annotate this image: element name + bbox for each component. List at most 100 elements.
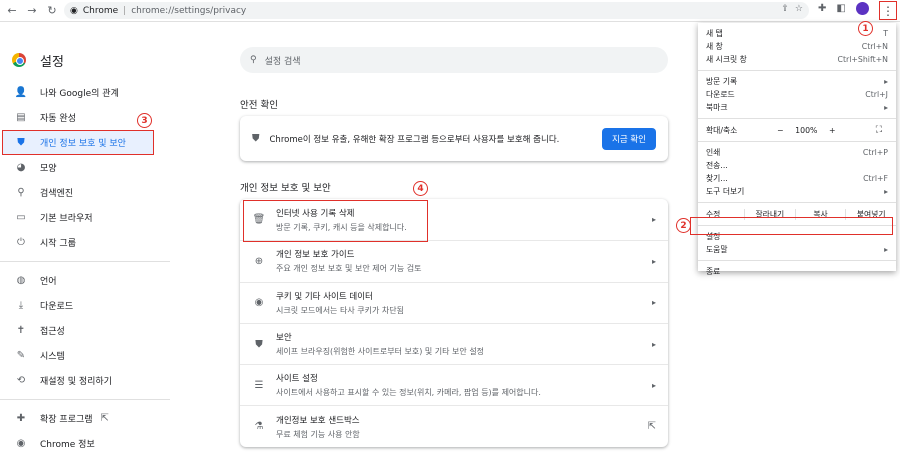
menu-item[interactable]: 새 시크릿 창 Ctrl+Shift+N bbox=[698, 53, 896, 66]
menu-item[interactable]: 북마크 ▸ bbox=[698, 101, 896, 114]
sidebar-item[interactable]: ◉ Chrome 정보 bbox=[0, 431, 170, 456]
sidebar-item-label: 자동 완성 bbox=[40, 114, 76, 124]
menu-item-label: 방문 기록 bbox=[706, 77, 738, 86]
sidebar-item[interactable]: ⛊ 개인 정보 보호 및 보안 bbox=[2, 130, 154, 155]
chevron-right-icon: ▸ bbox=[651, 256, 656, 266]
chevron-right-icon: ▸ bbox=[651, 380, 656, 390]
settings-search-input[interactable]: ⚲ 설정 검색 bbox=[240, 47, 668, 73]
safety-check-heading: 안전 확인 bbox=[240, 100, 278, 111]
privacy-row-subtitle: 주요 개인 정보 보호 및 보안 제어 기능 검토 bbox=[276, 264, 422, 274]
privacy-row-subtitle: 세이프 브라우징(위험한 사이트로부터 보호) 및 기타 보안 설정 bbox=[276, 347, 485, 357]
menu-divider bbox=[698, 70, 896, 71]
annotation-marker-4: 4 bbox=[413, 181, 428, 196]
menu-item-label: 새 탭 bbox=[706, 29, 723, 38]
menu-item-label: 새 시크릿 창 bbox=[706, 55, 747, 64]
privacy-row[interactable]: ◉ 쿠키 및 기타 사이트 데이터 시크릿 모드에서는 타사 쿠키가 차단됨 ▸ bbox=[240, 281, 668, 323]
menu-item[interactable]: 새 창 Ctrl+N bbox=[698, 40, 896, 53]
sidebar-item-label: 다운로드 bbox=[40, 302, 74, 312]
sliders-icon: ☰ bbox=[254, 379, 264, 391]
sidebar-item[interactable]: ⏻ 시작 그룹 bbox=[0, 230, 170, 255]
privacy-row-text: 사이트 설정 사이트에서 사용하고 표시할 수 있는 정보(위치, 카메라, 팝업… bbox=[276, 372, 541, 398]
share-icon[interactable]: ⇪ bbox=[781, 4, 789, 14]
bookmark-star-icon[interactable]: ☆ bbox=[795, 4, 803, 14]
reload-icon[interactable]: ↻ bbox=[44, 3, 60, 19]
chevron-right-icon: ▸ bbox=[651, 215, 656, 225]
sidebar-item[interactable]: ⚲ 검색엔진 bbox=[0, 180, 170, 205]
zoom-label: 확대/축소 bbox=[706, 125, 738, 135]
menu-item[interactable]: 전송... bbox=[698, 159, 896, 172]
menu-item-label: 새 창 bbox=[706, 42, 723, 51]
menu-item[interactable]: 도구 더보기 ▸ bbox=[698, 185, 896, 198]
menu-divider bbox=[698, 141, 896, 142]
zoom-in-button[interactable]: + bbox=[819, 126, 845, 135]
menu-shortcut: T bbox=[883, 29, 888, 38]
settings-sidebar: 설정 👤 나와 Google의 관계 ▤ 자동 완성 ⛊ 개인 정보 보호 및 보안 ◕ 모양… bbox=[0, 40, 170, 456]
sidebar-item[interactable]: ◕ 모양 bbox=[0, 155, 170, 180]
globe-icon: ◍ bbox=[16, 275, 26, 286]
menu-item-label: 도움말 bbox=[706, 245, 728, 254]
menu-item-label: 다운로드 bbox=[706, 90, 735, 99]
sidebar-item[interactable]: ✎ 시스템 bbox=[0, 343, 170, 368]
menu-item[interactable]: 다운로드 Ctrl+J bbox=[698, 88, 896, 101]
privacy-row[interactable]: ⛊ 보안 세이프 브라우징(위험한 사이트로부터 보호) 및 기타 보안 설정 ▸ bbox=[240, 322, 668, 364]
menu-item[interactable]: 찾기... Ctrl+F bbox=[698, 172, 896, 185]
menu-item-label: 종료 bbox=[706, 267, 721, 276]
privacy-row-text: 보안세이프 브라우징(위험한 사이트로부터 보호) 및 기타 보안 설정 bbox=[276, 331, 484, 357]
menu-item-label: 전송... bbox=[706, 161, 728, 170]
sidebar-item[interactable]: 👤 나와 Google의 관계 bbox=[0, 80, 170, 105]
sidebar-item-label: 기본 브라우저 bbox=[40, 214, 93, 224]
sidebar-item[interactable]: ⟲ 재설정 및 정리하기 bbox=[0, 368, 170, 393]
privacy-row-subtitle: 무료 체험 기능 사용 안함 bbox=[276, 429, 360, 439]
browser-toolbar: ← → ↻ ◉ Chrome | chrome://settings/priva… bbox=[0, 0, 900, 22]
privacy-row[interactable]: ⚗ 개인정보 보호 샌드박스 무료 체험 기능 사용 안함 ⇱ bbox=[240, 405, 668, 446]
menu-item[interactable]: 방문 기록 ▸ bbox=[698, 75, 896, 88]
fullscreen-icon[interactable]: ⛶ bbox=[876, 125, 882, 135]
privacy-row-title: 사이트 설정 bbox=[276, 374, 318, 385]
privacy-row-title: 보안 bbox=[276, 333, 292, 344]
chevron-right-icon: ▸ bbox=[651, 339, 656, 349]
profile-avatar[interactable] bbox=[855, 2, 869, 15]
privacy-heading: 개인 정보 보호 및 보안 bbox=[240, 183, 331, 194]
kebab-menu-button[interactable]: ⋮ bbox=[879, 1, 897, 20]
address-bar[interactable]: ◉ Chrome | chrome://settings/privacy ⇪ ☆ bbox=[64, 2, 809, 19]
menu-item[interactable]: 인쇄 Ctrl+P bbox=[698, 146, 896, 159]
flask-icon: ⚗ bbox=[254, 421, 264, 433]
check-now-button[interactable]: 지금 확인 bbox=[602, 127, 656, 150]
forward-icon[interactable]: → bbox=[24, 3, 40, 19]
privacy-row[interactable]: ☰ 사이트 설정 사이트에서 사용하고 표시할 수 있는 정보(위치, 카메라, 팝… bbox=[240, 364, 668, 405]
menu-divider bbox=[698, 260, 896, 261]
external-link-icon: ⇱ bbox=[647, 421, 656, 433]
sidebar-item-label: 재설정 및 정리하기 bbox=[40, 377, 112, 387]
sidebar-item[interactable]: ▭ 기본 브라우저 bbox=[0, 205, 170, 230]
privacy-row[interactable]: ⊕ 개인 정보 보호 가이드 주요 개인 정보 보호 및 보안 제어 기능 검토 ▸ bbox=[240, 240, 668, 281]
menu-shortcut: Ctrl+F bbox=[863, 174, 888, 183]
sidebar-item[interactable]: ✝ 접근성 bbox=[0, 318, 170, 343]
zoom-row: 확대/축소 − 100% + ⛶ bbox=[698, 123, 896, 137]
menu-item-help[interactable]: 도움말 ▸ bbox=[698, 243, 896, 256]
back-icon[interactable]: ← bbox=[4, 3, 20, 19]
safety-check-card: ⛊ Chrome이 정보 유출, 유해한 확장 프로그램 등으로부터 사용자를 … bbox=[240, 116, 668, 161]
sidebar-item[interactable]: ✚ 확장 프로그램 ⇱ bbox=[0, 406, 170, 431]
menu-shortcut: ▸ bbox=[884, 77, 888, 86]
menu-item-label: 북마크 bbox=[706, 103, 728, 112]
chrome-site-icon: ◉ bbox=[70, 5, 78, 16]
annotation-box-2 bbox=[690, 217, 893, 235]
sidebar-item[interactable]: ⤓ 다운로드 bbox=[0, 293, 170, 318]
annotation-marker-3: 3 bbox=[137, 113, 152, 128]
sidebar-divider bbox=[0, 261, 170, 262]
sidebar-divider bbox=[0, 399, 170, 400]
menu-item-label: 인쇄 bbox=[706, 148, 721, 157]
extensions-puzzle-icon[interactable]: ✚ bbox=[818, 3, 826, 14]
power-icon: ⏻ bbox=[17, 237, 25, 248]
annotation-marker-2: 2 bbox=[676, 218, 691, 233]
privacy-row-subtitle: 시크릿 모드에서는 타사 쿠키가 차단됨 bbox=[276, 305, 404, 315]
zoom-out-button[interactable]: − bbox=[767, 126, 793, 135]
search-icon: ⚲ bbox=[17, 187, 25, 198]
sidebar-item[interactable]: ◍ 언어 bbox=[0, 268, 170, 293]
side-panel-icon[interactable]: ◧ bbox=[836, 3, 845, 14]
menu-item-label: 도구 더보기 bbox=[706, 187, 745, 196]
sidebar-item-label: 개인 정보 보호 및 보안 bbox=[40, 139, 126, 149]
omnibox-separator: | bbox=[123, 5, 127, 16]
menu-item-exit[interactable]: 종료 bbox=[698, 265, 896, 278]
privacy-row-title: 개인 정보 보호 가이드 bbox=[276, 250, 355, 261]
